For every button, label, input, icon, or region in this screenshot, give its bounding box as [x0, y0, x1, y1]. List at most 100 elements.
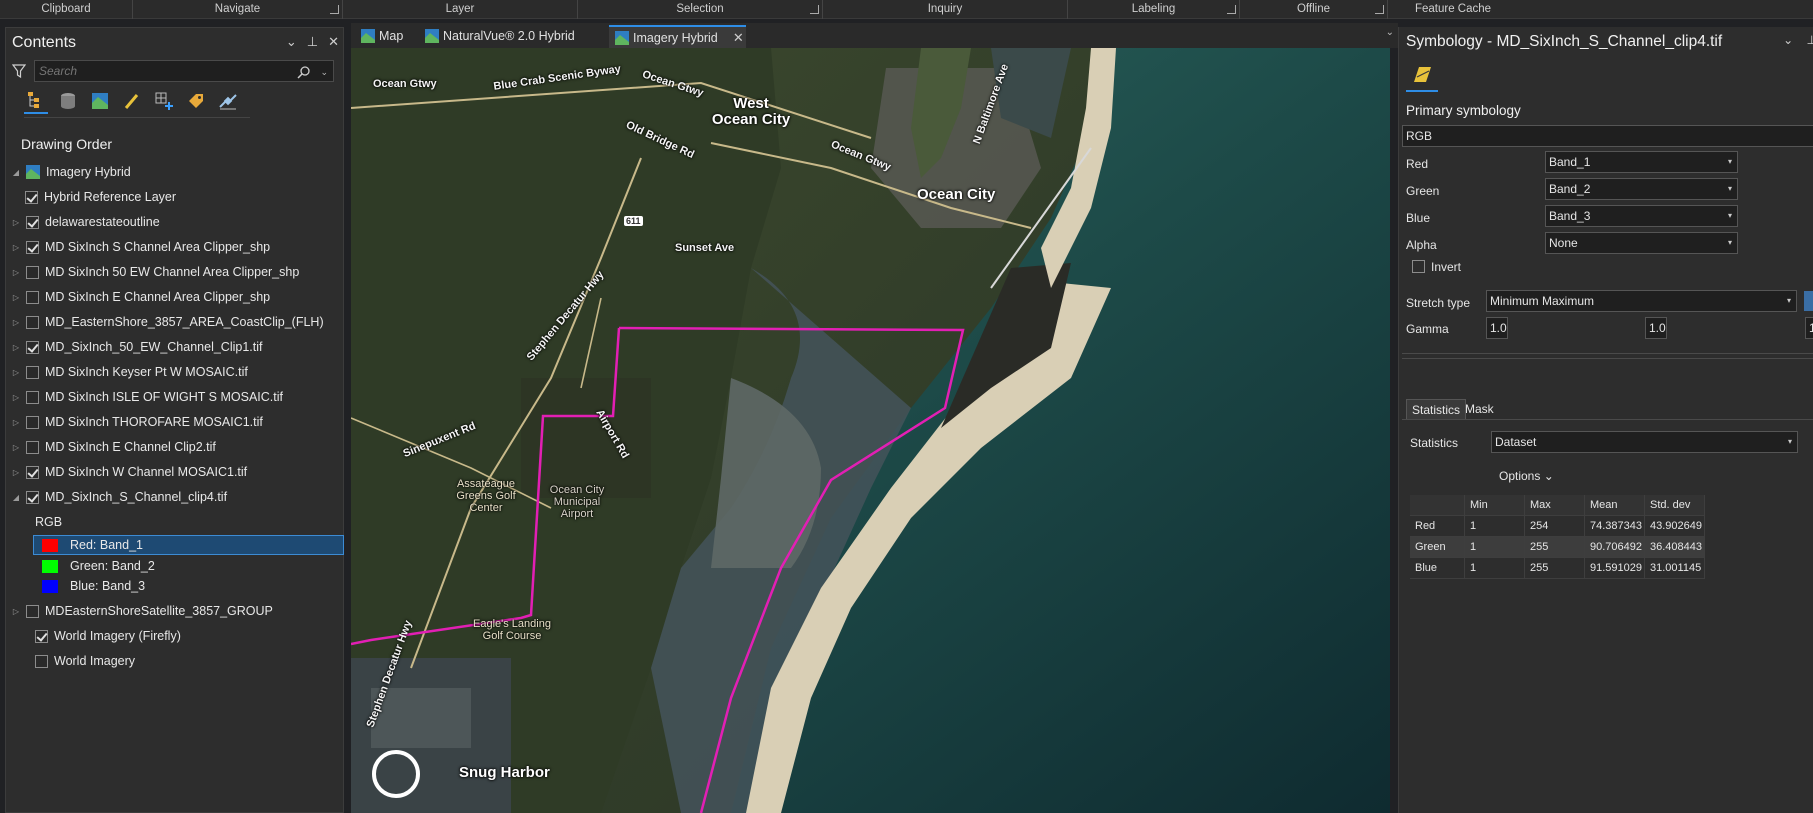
- tree-item-layer[interactable]: ▷ MDEasternShoreSatellite_3857_GROUP: [13, 601, 273, 621]
- tree-item-layer[interactable]: ▷ MD SixInch ISLE OF WIGHT S MOSAIC.tif: [13, 387, 283, 407]
- expand-arrow-icon[interactable]: ▷: [10, 443, 22, 452]
- tree-item-layer[interactable]: ◢ MD_SixInch_S_Channel_clip4.tif: [13, 487, 227, 507]
- chevron-down-icon[interactable]: ⌄: [320, 67, 328, 78]
- tree-item-layer[interactable]: ▷ MD SixInch THOROFARE MOSAIC1.tif: [13, 412, 263, 432]
- table-row[interactable]: Red 1 254 74.387343 43.902649: [1410, 516, 1813, 537]
- layer-visibility-checkbox[interactable]: [26, 340, 39, 354]
- expand-arrow-icon[interactable]: ▷: [10, 318, 22, 327]
- pane-menu-icon[interactable]: ⌄: [1783, 33, 1793, 47]
- expand-arrow-icon[interactable]: ▷: [10, 218, 22, 227]
- dialog-launcher-icon[interactable]: [810, 5, 819, 14]
- expand-arrow-icon[interactable]: ▷: [10, 343, 22, 352]
- list-by-selection-button[interactable]: [152, 88, 176, 114]
- tree-item-layer[interactable]: ▷ MD SixInch Keyser Pt W MOSAIC.tif: [13, 362, 248, 382]
- layer-visibility-checkbox[interactable]: [26, 215, 39, 229]
- tree-item-layer[interactable]: World Imagery (Firefly): [31, 626, 181, 646]
- expand-arrow-icon[interactable]: ▷: [10, 607, 22, 616]
- layer-visibility-checkbox[interactable]: [35, 629, 48, 643]
- tree-item-layer[interactable]: ▷ MD SixInch 50 EW Channel Area Clipper_…: [13, 262, 299, 282]
- filter-icon[interactable]: [12, 63, 26, 79]
- histogram-button[interactable]: [1804, 291, 1813, 311]
- layer-visibility-checkbox[interactable]: [26, 365, 39, 379]
- expand-arrow-icon[interactable]: ▷: [10, 468, 22, 477]
- green-band-dropdown[interactable]: Band_2 ▾: [1545, 178, 1738, 200]
- gamma-green-input[interactable]: 1.0: [1645, 317, 1667, 339]
- dialog-launcher-icon[interactable]: [330, 5, 339, 14]
- tab-statistics[interactable]: Statistics: [1406, 399, 1467, 419]
- dialog-launcher-icon[interactable]: [1375, 5, 1384, 14]
- band-item-blue[interactable]: Blue: Band_3: [34, 576, 145, 596]
- table-row[interactable]: Blue 1 255 91.591029 31.001145: [1410, 558, 1813, 579]
- gamma-blue-input[interactable]: 1: [1805, 317, 1813, 339]
- alpha-band-dropdown[interactable]: None ▾: [1545, 232, 1738, 254]
- list-by-editing-button[interactable]: [88, 88, 112, 114]
- layer-visibility-checkbox[interactable]: [26, 465, 39, 479]
- tab-map[interactable]: Map: [355, 25, 415, 48]
- map-view[interactable]: Ocean Gtwy Blue Crab Scenic Byway Ocean …: [351, 48, 1390, 813]
- list-by-data-source-button[interactable]: [56, 88, 80, 114]
- layer-visibility-checkbox[interactable]: [26, 440, 39, 454]
- red-band-dropdown[interactable]: Band_1 ▾: [1545, 151, 1738, 173]
- blue-band-dropdown[interactable]: Band_3 ▾: [1545, 205, 1738, 227]
- close-icon[interactable]: ✕: [328, 34, 339, 50]
- tab-naturalvue-hybrid[interactable]: NaturalVue® 2.0 Hybrid: [419, 25, 587, 48]
- layer-visibility-checkbox[interactable]: [35, 654, 48, 668]
- statistics-dropdown[interactable]: Dataset ▾: [1491, 431, 1798, 453]
- table-row[interactable]: Green 1 255 90.706492 36.408443: [1410, 537, 1813, 558]
- expand-arrow-icon[interactable]: ▷: [10, 243, 22, 252]
- pin-icon[interactable]: ⊥: [1807, 33, 1813, 47]
- renderer-dropdown[interactable]: RGB: [1402, 125, 1813, 147]
- pin-icon[interactable]: ⊥: [307, 34, 318, 50]
- ribbon-group-label: Layer: [445, 3, 475, 15]
- layer-visibility-checkbox[interactable]: [25, 190, 38, 204]
- tree-item-layer[interactable]: ▷ MD SixInch W Channel MOSAIC1.tif: [13, 462, 247, 482]
- layer-visibility-checkbox[interactable]: [26, 604, 39, 618]
- tree-item-layer[interactable]: ▷ MD SixInch E Channel Area Clipper_shp: [13, 287, 270, 307]
- options-button[interactable]: Options ⌄: [1499, 469, 1554, 483]
- tree-item-layer[interactable]: ▷ MD_EasternShore_3857_AREA_CoastClip_(F…: [13, 312, 324, 332]
- list-by-snapping-button[interactable]: [120, 88, 144, 114]
- expand-arrow-icon[interactable]: ▷: [10, 418, 22, 427]
- layer-visibility-checkbox[interactable]: [26, 265, 39, 279]
- tree-item-layer[interactable]: World Imagery: [31, 651, 135, 671]
- layer-visibility-checkbox[interactable]: [26, 390, 39, 404]
- list-by-perspective-imagery-button[interactable]: [216, 88, 240, 114]
- search-icon[interactable]: [297, 65, 311, 79]
- collapse-arrow-icon[interactable]: ◢: [10, 493, 22, 502]
- layer-visibility-checkbox[interactable]: [26, 415, 39, 429]
- tree-item-layer[interactable]: ▷ MD SixInch E Channel Clip2.tif: [13, 437, 216, 457]
- layer-visibility-checkbox[interactable]: [26, 315, 39, 329]
- expand-arrow-icon[interactable]: ▷: [10, 368, 22, 377]
- tab-imagery-hybrid[interactable]: Imagery Hybrid ✕: [609, 25, 746, 48]
- list-by-drawing-order-button[interactable]: [24, 88, 48, 114]
- collapse-arrow-icon[interactable]: ◢: [10, 168, 22, 177]
- column-header: Max: [1525, 495, 1585, 516]
- layer-visibility-checkbox[interactable]: [26, 240, 39, 254]
- layer-visibility-checkbox[interactable]: [26, 290, 39, 304]
- search-field[interactable]: ⌄: [34, 60, 334, 82]
- expand-arrow-icon[interactable]: ▷: [10, 268, 22, 277]
- invert-checkbox[interactable]: [1412, 260, 1425, 273]
- dialog-launcher-icon[interactable]: [1227, 5, 1236, 14]
- primary-symbology-tab[interactable]: [1406, 58, 1438, 92]
- splitter[interactable]: [1402, 353, 1813, 354]
- expand-arrow-icon[interactable]: ▷: [10, 393, 22, 402]
- tree-item-layer[interactable]: Hybrid Reference Layer: [21, 187, 176, 207]
- tree-item-layer[interactable]: ▷ delawarestateoutline: [13, 212, 160, 232]
- tree-item-imagery-hybrid[interactable]: ◢ Imagery Hybrid: [10, 162, 131, 182]
- band-item-red[interactable]: Red: Band_1: [33, 535, 344, 555]
- pane-menu-icon[interactable]: ⌄: [286, 34, 297, 50]
- layer-visibility-checkbox[interactable]: [26, 490, 39, 504]
- list-by-labeling-button[interactable]: [184, 88, 208, 114]
- chevron-down-icon[interactable]: ⌄: [1386, 27, 1394, 38]
- close-tab-icon[interactable]: ✕: [733, 27, 744, 49]
- tab-mask[interactable]: Mask: [1460, 399, 1499, 419]
- tree-item-layer[interactable]: ▷ MD_SixInch_50_EW_Channel_Clip1.tif: [13, 337, 263, 357]
- stretch-type-dropdown[interactable]: Minimum Maximum ▾: [1486, 290, 1797, 312]
- gamma-red-input[interactable]: 1.0: [1486, 317, 1508, 339]
- expand-arrow-icon[interactable]: ▷: [10, 293, 22, 302]
- search-input[interactable]: [39, 64, 289, 78]
- tree-item-layer[interactable]: ▷ MD SixInch S Channel Area Clipper_shp: [13, 237, 270, 257]
- band-item-green[interactable]: Green: Band_2: [34, 556, 155, 576]
- chevron-down-icon: ▾: [1787, 437, 1792, 446]
